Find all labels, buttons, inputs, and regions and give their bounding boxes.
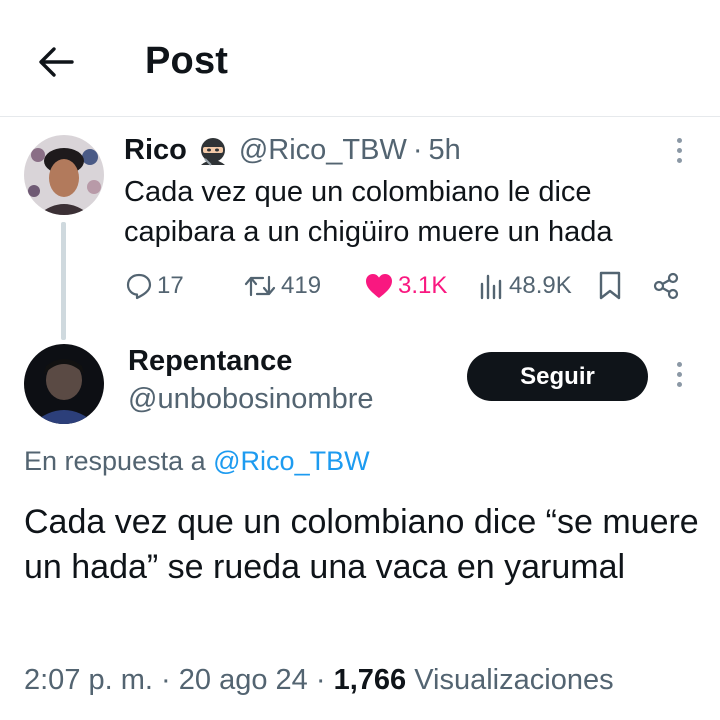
back-button[interactable] xyxy=(36,44,76,80)
page-title: Post xyxy=(145,40,229,82)
author-name[interactable]: Rico xyxy=(124,134,187,167)
reply-more-options-button[interactable] xyxy=(674,362,684,392)
avatar-rico[interactable] xyxy=(24,135,104,215)
top-bar: Post xyxy=(0,0,720,117)
share-icon xyxy=(653,272,679,300)
repost-count: 419 xyxy=(281,272,322,299)
repost-button[interactable]: 419 xyxy=(243,266,321,306)
separator-dot: · xyxy=(412,134,423,166)
reply-author-name[interactable]: Repentance xyxy=(128,345,292,378)
post-time[interactable]: 5h xyxy=(429,134,461,167)
heart-filled-icon xyxy=(366,274,392,298)
bookmark-icon xyxy=(599,271,621,300)
post-text: Cada vez que un colombiano le dice capib… xyxy=(124,176,613,248)
views-button[interactable]: 48.9K xyxy=(479,266,572,306)
reply-button[interactable]: 17 xyxy=(125,266,184,306)
follow-button[interactable]: Seguir xyxy=(467,352,648,401)
reply-mention-link[interactable]: @Rico_TBW xyxy=(213,446,369,476)
more-options-button[interactable] xyxy=(674,138,684,168)
like-button[interactable]: 3.1K xyxy=(364,266,447,306)
avatar-repentance[interactable] xyxy=(24,344,104,424)
share-button[interactable] xyxy=(652,266,680,306)
author-handle[interactable]: @Rico_TBW xyxy=(239,134,407,167)
avatar-image xyxy=(24,135,104,215)
reply-text: Cada vez que un colombiano dice “se muer… xyxy=(24,503,699,586)
post-date[interactable]: 20 ago 24 xyxy=(179,664,308,696)
reply-context: En respuesta a @Rico_TBW xyxy=(24,446,370,477)
post-metadata: 2:07 p. m. · 20 ago 24 · 1,766 Visualiza… xyxy=(24,664,614,697)
reply-author-handle[interactable]: @unbobosinombre xyxy=(128,383,373,416)
bookmark-button[interactable] xyxy=(598,266,622,306)
arrow-left-icon xyxy=(39,47,74,77)
meta-dot: · xyxy=(161,664,171,696)
reply-icon xyxy=(126,273,152,300)
views-label: Visualizaciones xyxy=(414,664,614,696)
avatar-image xyxy=(24,344,104,424)
post-header: Rico @Rico_TBW · 5h xyxy=(124,134,461,167)
ninja-emoji-icon xyxy=(200,137,225,166)
views-count: 1,766 xyxy=(333,664,407,696)
post-timestamp[interactable]: 2:07 p. m. xyxy=(24,664,153,696)
like-count: 3.1K xyxy=(398,272,448,299)
reply-count: 17 xyxy=(157,272,184,299)
reply-prefix: En respuesta a xyxy=(24,446,206,476)
repost-icon xyxy=(244,275,276,297)
post-actions: 17 419 3.1K 48.9K xyxy=(0,266,720,306)
analytics-icon xyxy=(480,274,502,300)
view-count: 48.9K xyxy=(509,272,572,299)
meta-dot: · xyxy=(315,664,326,696)
